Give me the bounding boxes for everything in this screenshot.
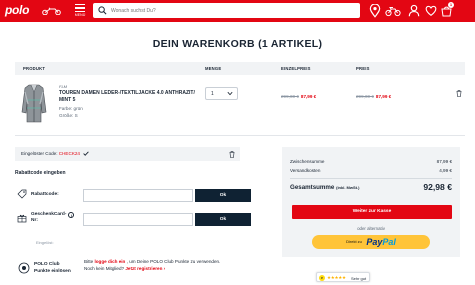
chevron-down-icon xyxy=(227,91,233,96)
unit-price: 299,00 €87,99 € xyxy=(281,94,316,99)
product-color: Farbe: grün xyxy=(59,106,83,111)
gift-icon xyxy=(17,214,27,223)
column-header-product: PRODUKT xyxy=(23,66,46,71)
applied-coupon: Eingelöster Code: CHECK24 xyxy=(15,147,240,161)
club-points-label: POLO Club Punkte einlösen xyxy=(34,262,71,275)
gift-card-label-line2: Nr: xyxy=(31,218,38,223)
coupon-prefix: Eingelöster Code: xyxy=(21,151,59,156)
line-total-price: 299,00 €87,99 € xyxy=(356,94,391,99)
paypal-logo-pay: Pay xyxy=(366,237,383,247)
remove-item-trash-icon[interactable] xyxy=(456,90,462,97)
summary-divider xyxy=(290,178,452,179)
product-image[interactable] xyxy=(19,82,49,126)
line-total-new: 87,99 € xyxy=(375,94,392,99)
gift-card-label-line1: GeschenkCard- xyxy=(31,212,67,217)
line-total-old: 299,00 € xyxy=(356,94,374,99)
coupon-code: CHECK24 xyxy=(58,151,80,156)
row-divider xyxy=(15,135,465,136)
polo-logo[interactable]: polo xyxy=(5,3,63,18)
paypal-prefix: Direkt zu xyxy=(346,239,362,244)
discount-code-row: Rabattcode: Ok xyxy=(15,187,251,203)
gift-card-input[interactable] xyxy=(83,213,193,226)
shipping-label: Versandkosten xyxy=(290,168,321,173)
menu-label: MENÜ xyxy=(74,13,86,17)
register-link[interactable]: Jetzt registrieren › xyxy=(125,266,165,271)
cart-table-header: PRODUKT MENGE EINZELPREIS PREIS xyxy=(15,62,465,75)
vehicle-icon[interactable] xyxy=(385,4,401,18)
alternative-label: oder alternativ xyxy=(357,226,385,231)
site-header: polo MENÜ Wonach suchst Du? 1 xyxy=(0,0,475,22)
cart-button[interactable]: 1 xyxy=(441,2,454,18)
club-info-text: Bitte logge dich ein , um Deine POLO Clu… xyxy=(84,258,259,272)
discount-section-title: Rabattcode eingeben xyxy=(15,170,66,176)
coupon-text: Eingelöster Code: CHECK24 xyxy=(21,151,90,157)
club-text-1: Bitte xyxy=(84,259,95,264)
info-icon[interactable]: i xyxy=(68,212,75,218)
total-row: Gesamtsumme (inkl. MwSt.) 92,98 € xyxy=(290,182,452,192)
product-brand: FLM xyxy=(59,84,67,89)
rating-label: Sehr gut xyxy=(351,275,367,281)
gift-card-ok-button[interactable]: Ok xyxy=(195,213,251,226)
redeemed-label: Eingelöst: xyxy=(36,240,54,245)
search-input[interactable] xyxy=(111,5,351,16)
trusted-shops-badge[interactable]: e ★★★★★ Sehr gut xyxy=(316,272,370,282)
total-note: (inkl. MwSt.) xyxy=(336,185,360,190)
discount-code-input[interactable] xyxy=(83,189,193,202)
unit-price-new: 87,99 € xyxy=(300,94,317,99)
percent-tag-icon xyxy=(17,189,27,199)
gift-card-label: GeschenkCard-i Nr: xyxy=(31,212,75,224)
cart-count-badge: 1 xyxy=(448,2,454,8)
gift-card-row: GeschenkCard-i Nr: Ok xyxy=(15,211,251,227)
rating-stars: ★★★★★ xyxy=(327,275,346,280)
remove-coupon-trash-icon[interactable] xyxy=(229,151,235,158)
menu-button[interactable]: MENÜ xyxy=(72,2,88,20)
order-summary: Zwischensumme 87,99 € Versandkosten 4,99… xyxy=(282,147,460,257)
shipping-value: 4,99 € xyxy=(439,168,452,173)
page-title: DEIN WARENKORB (1 ARTIKEL) xyxy=(152,38,323,50)
logo-text: polo xyxy=(5,3,30,17)
login-link[interactable]: logge dich ein xyxy=(94,259,125,264)
discount-code-label: Rabattcode: xyxy=(31,192,59,197)
motorbike-logo-icon xyxy=(42,7,61,15)
column-header-price: PREIS xyxy=(356,66,370,71)
search-icon xyxy=(98,6,107,15)
subtotal-label: Zwischensumme xyxy=(290,159,325,164)
checkout-button[interactable]: Weiter zur Kasse xyxy=(292,205,452,219)
search-bar[interactable] xyxy=(93,3,360,18)
subtotal-row: Zwischensumme 87,99 € xyxy=(290,159,452,164)
column-header-quantity: MENGE xyxy=(205,66,222,71)
total-label: Gesamtsumme xyxy=(290,184,335,191)
polo-club-icon xyxy=(18,262,30,274)
club-label-line2: Punkte einlösen xyxy=(34,268,71,274)
paypal-button[interactable]: Direkt zu PayPal xyxy=(312,235,430,249)
account-icon[interactable] xyxy=(408,4,420,18)
paypal-logo-pal: Pal xyxy=(382,237,396,247)
wishlist-heart-icon[interactable] xyxy=(425,4,437,18)
discount-code-ok-button[interactable]: Ok xyxy=(195,189,251,202)
product-size: Größe: S xyxy=(59,113,78,118)
store-locator-icon[interactable] xyxy=(369,4,381,18)
column-header-unit-price: EINZELPREIS xyxy=(281,66,311,71)
shipping-row: Versandkosten 4,99 € xyxy=(290,168,452,173)
quantity-select[interactable]: 1 xyxy=(205,87,238,100)
unit-price-old: 299,00 € xyxy=(281,94,299,99)
club-text-3: Noch kein Mitglied? xyxy=(84,266,126,271)
subtotal-value: 87,99 € xyxy=(436,159,452,164)
quantity-value: 1 xyxy=(211,91,214,97)
product-name-link[interactable]: TOUREN DAMEN LEDER-/TEXTILJACKE 4.0 ANTH… xyxy=(59,90,199,104)
check-icon xyxy=(83,151,90,157)
club-text-2: , um Deine POLO Club Punkte zu verwenden… xyxy=(125,259,221,264)
total-value: 92,98 € xyxy=(423,182,452,192)
trusted-shops-icon: e xyxy=(319,274,325,281)
